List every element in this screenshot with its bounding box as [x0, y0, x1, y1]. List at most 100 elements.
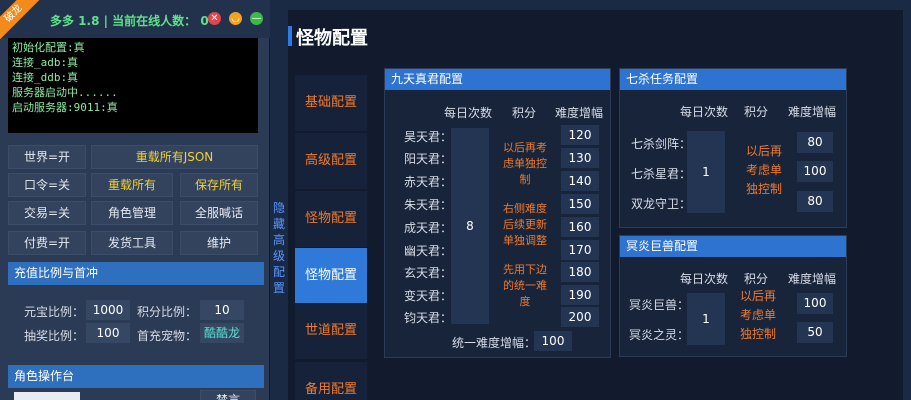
jiutian-row-label: 玄天君： — [404, 266, 453, 280]
jiutian-growth-input[interactable]: 120 — [561, 125, 599, 145]
maintain-button[interactable]: 维护 — [180, 231, 258, 255]
mingyan-col-growth: 难度增幅 — [788, 272, 837, 286]
role-id-input[interactable] — [14, 392, 80, 400]
mingyan-growth-input[interactable]: 100 — [797, 293, 833, 314]
note-line: 右侧难度 — [503, 202, 547, 215]
close-button[interactable]: ✕ — [208, 12, 221, 25]
ban-button[interactable]: 禁言 — [200, 390, 256, 400]
lottery-ratio-label: 抽奖比例： — [24, 329, 85, 343]
maximize-icon: — — [251, 13, 262, 24]
world-toggle-button[interactable]: 世界=开 — [8, 145, 86, 169]
points-ratio-input[interactable]: 10 — [200, 300, 244, 320]
jiutian-panel-header: 九天真君配置 — [385, 69, 610, 90]
jiutian-row-label: 钧天君： — [404, 311, 453, 325]
jiutian-row-label: 朱天君： — [404, 198, 453, 212]
note-line: 以后再 — [745, 144, 782, 158]
reload-all-button[interactable]: 重载所有 — [91, 173, 173, 197]
note-line: 以后再考 — [503, 141, 547, 154]
yuanbao-ratio-input[interactable]: 1000 — [86, 300, 130, 320]
jiutian-row-label: 变天君： — [404, 289, 453, 303]
nav-advanced-config[interactable]: 高级配置 — [295, 133, 367, 189]
role-console-header: 角色操作台 — [8, 365, 264, 388]
qisha-row-label: 七杀剑阵： — [631, 137, 692, 151]
minimize-button[interactable]: ◡ — [229, 12, 242, 25]
jiutian-growth-input[interactable]: 180 — [561, 262, 599, 282]
qisha-row-label: 双龙守卫： — [631, 197, 692, 211]
jiutian-row-label: 幽天君： — [404, 244, 453, 258]
jiutian-row-label: 昊天君： — [404, 130, 453, 144]
qisha-col-points: 积分 — [744, 105, 769, 119]
note-line: 以后再 — [739, 289, 776, 303]
note-line: 独控制 — [745, 182, 782, 196]
nav-monster-config-active[interactable]: 怪物配置 — [295, 248, 367, 304]
jiutian-growth-input[interactable]: 190 — [561, 285, 599, 305]
give-tool-button[interactable]: 发货工具 — [91, 231, 173, 255]
pay-toggle-button[interactable]: 付费=开 — [8, 231, 86, 255]
nav-world-config[interactable]: 世道配置 — [295, 303, 367, 359]
jiutian-row-label: 赤天君： — [404, 175, 453, 189]
jiutian-col-daily: 每日次数 — [444, 106, 493, 120]
qisha-col-daily: 每日次数 — [680, 105, 729, 119]
note-line: 考虑单 — [739, 308, 776, 322]
jiutian-note-2: 右侧难度 后续更新 单独调整 — [497, 201, 553, 249]
jiutian-col-growth: 难度增幅 — [555, 106, 604, 120]
jiutian-growth-input[interactable]: 160 — [561, 217, 599, 237]
server-shout-button[interactable]: 全服喊话 — [180, 201, 258, 225]
left-panel: 破龙 多多 1.8 | 当前在线人数： 0 ✕ ◡ — 初始化配置:真 连接_a… — [0, 0, 270, 400]
mingyan-col-points: 积分 — [744, 272, 769, 286]
mingyan-row-label: 冥炎巨兽： — [629, 298, 690, 312]
command-toggle-button[interactable]: 口令=关 — [8, 173, 86, 197]
role-manage-button[interactable]: 角色管理 — [91, 201, 173, 225]
title-bar: 破龙 多多 1.8 | 当前在线人数： 0 ✕ ◡ — — [0, 0, 270, 40]
maximize-button[interactable]: — — [250, 12, 263, 25]
recharge-section-header: 充值比例与首冲 — [8, 262, 264, 285]
jiutian-growth-input[interactable]: 140 — [561, 171, 599, 191]
jiutian-growth-input[interactable]: 150 — [561, 194, 599, 214]
note-line: 后续更新 — [503, 218, 547, 231]
yuanbao-ratio-label: 元宝比例： — [24, 305, 85, 319]
nav-backup-config[interactable]: 备用配置 — [295, 362, 367, 400]
qisha-growth-input[interactable]: 100 — [797, 161, 833, 182]
qisha-growth-input[interactable]: 80 — [797, 132, 833, 153]
nav-monster-config[interactable]: 怪物配置 — [295, 191, 367, 247]
log-line: 启动服务器:9011:真 — [12, 101, 118, 114]
mingyan-growth-input[interactable]: 50 — [797, 322, 833, 343]
mingyan-panel-header: 冥炎巨兽配置 — [620, 236, 846, 257]
mingyan-daily-input[interactable]: 1 — [687, 293, 725, 345]
jiutian-growth-input[interactable]: 170 — [561, 240, 599, 260]
note-line: 虑单独控 — [503, 157, 547, 170]
points-ratio-label: 积分比例： — [137, 305, 198, 319]
first-pet-input[interactable]: 酷酷龙 — [200, 323, 244, 343]
unified-growth-label: 统一难度增幅： — [452, 336, 537, 350]
log-line: 初始化配置:真 — [12, 41, 85, 54]
jiutian-row-label: 阳天君： — [404, 152, 453, 166]
hide-advanced-label: 隐藏高级配置 — [272, 201, 285, 295]
reload-all-json-button[interactable]: 重载所有JSON — [91, 145, 258, 169]
qisha-panel-header: 七杀任务配置 — [620, 69, 846, 90]
log-console: 初始化配置:真 连接_adb:真 连接_ddb:真 服务器启动中...... 启… — [8, 38, 258, 133]
minimize-icon: ◡ — [231, 13, 240, 24]
note-line: 先用下边 — [503, 263, 547, 276]
jiutian-daily-input[interactable]: 8 — [451, 128, 489, 324]
note-line: 独控制 — [739, 327, 776, 341]
note-line: 度 — [519, 295, 531, 308]
save-all-button[interactable]: 保存所有 — [180, 173, 258, 197]
note-line: 的统一难 — [503, 279, 547, 292]
jiutian-growth-input[interactable]: 200 — [561, 307, 599, 327]
hide-advanced-toggle[interactable]: 隐藏高级配置 — [271, 200, 287, 296]
mingyan-note: 以后再 考虑单 独控制 — [734, 287, 782, 344]
version-badge: 破龙 — [0, 0, 40, 40]
jiutian-note-1: 以后再考 虑单独控 制 — [497, 140, 553, 188]
lottery-ratio-input[interactable]: 100 — [86, 323, 130, 343]
log-line: 服务器启动中...... — [12, 86, 118, 99]
first-pet-label: 首充宠物： — [137, 329, 198, 343]
trade-toggle-button[interactable]: 交易=关 — [8, 201, 86, 225]
qisha-daily-input[interactable]: 1 — [687, 131, 725, 213]
unified-growth-input[interactable]: 100 — [534, 331, 572, 351]
jiutian-col-points: 积分 — [512, 106, 537, 120]
qisha-growth-input[interactable]: 80 — [797, 191, 833, 212]
mingyan-row-label: 冥炎之灵： — [629, 328, 690, 342]
qisha-row-label: 七杀星君： — [631, 167, 692, 181]
nav-basic-config[interactable]: 基础配置 — [295, 75, 367, 131]
jiutian-growth-input[interactable]: 130 — [561, 148, 599, 168]
